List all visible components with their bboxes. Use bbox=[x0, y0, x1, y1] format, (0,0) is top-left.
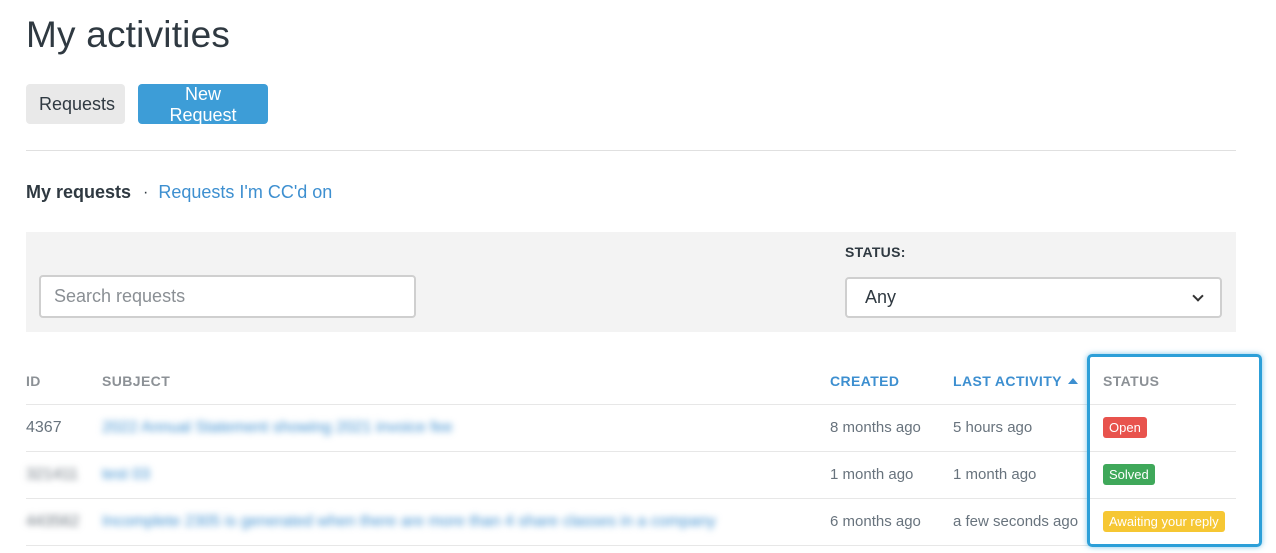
sort-ascending-icon bbox=[1067, 377, 1078, 384]
new-request-button[interactable]: New Request bbox=[138, 84, 268, 125]
table-row: 321411 test 03 1 month ago 1 month ago S… bbox=[26, 451, 1236, 499]
request-subject-link[interactable]: Incomplete 2305 is generated when there … bbox=[102, 513, 716, 530]
header-last-activity[interactable]: LAST ACTIVITY bbox=[953, 356, 1103, 405]
request-status-cell: Solved bbox=[1103, 451, 1236, 499]
request-id: 321411 bbox=[26, 451, 102, 499]
request-last-activity: 5 hours ago bbox=[953, 404, 1103, 452]
chevron-down-icon bbox=[1192, 289, 1204, 302]
request-last-activity: 1 month ago bbox=[953, 451, 1103, 499]
requests-subnav: My requests · Requests I'm CC'd on bbox=[26, 182, 332, 203]
request-id: 443562 bbox=[26, 498, 102, 546]
header-status: STATUS bbox=[1103, 356, 1236, 405]
request-last-activity: a few seconds ago bbox=[953, 498, 1103, 546]
request-created: 6 months ago bbox=[830, 498, 953, 546]
header-created[interactable]: CREATED bbox=[830, 356, 953, 405]
request-status-cell: Open bbox=[1103, 404, 1236, 452]
status-select-value: Any bbox=[865, 287, 897, 307]
table-row: 443562 Incomplete 2305 is generated when… bbox=[26, 498, 1236, 546]
header-id: ID bbox=[26, 356, 102, 405]
page: My activities Requests New Request My re… bbox=[0, 0, 1276, 553]
status-select[interactable]: Any bbox=[845, 277, 1222, 318]
request-status-cell: Awaiting your reply bbox=[1103, 498, 1236, 546]
request-subject-cell: Incomplete 2305 is generated when there … bbox=[102, 498, 830, 546]
subnav-separator: · bbox=[143, 183, 149, 201]
request-subject-cell: 2022 Annual Statement showing 2021 invoi… bbox=[102, 404, 830, 452]
section-divider bbox=[26, 150, 1236, 151]
search-input[interactable] bbox=[39, 275, 416, 318]
page-title: My activities bbox=[26, 14, 231, 55]
status-filter-label: STATUS: bbox=[845, 244, 906, 260]
status-badge: Solved bbox=[1103, 464, 1155, 485]
status-badge: Awaiting your reply bbox=[1103, 511, 1225, 532]
status-badge: Open bbox=[1103, 417, 1147, 438]
table-header-row: ID SUBJECT CREATED LAST ACTIVITY STATUS bbox=[26, 356, 1236, 405]
request-subject-link[interactable]: 2022 Annual Statement showing 2021 invoi… bbox=[102, 419, 452, 436]
request-created: 1 month ago bbox=[830, 451, 953, 499]
request-subject-link[interactable]: test 03 bbox=[102, 466, 150, 483]
header-created-label: CREATED bbox=[830, 372, 900, 389]
requests-button[interactable]: Requests bbox=[26, 84, 125, 124]
tab-my-requests[interactable]: My requests bbox=[26, 182, 131, 203]
request-subject-cell: test 03 bbox=[102, 451, 830, 499]
requests-table: ID SUBJECT CREATED LAST ACTIVITY STATUS … bbox=[26, 356, 1236, 546]
filter-bar: STATUS: Any bbox=[26, 232, 1236, 332]
request-id: 4367 bbox=[26, 404, 102, 452]
tab-cc-requests[interactable]: Requests I'm CC'd on bbox=[158, 182, 332, 203]
table-row: 4367 2022 Annual Statement showing 2021 … bbox=[26, 404, 1236, 452]
request-created: 8 months ago bbox=[830, 404, 953, 452]
header-subject: SUBJECT bbox=[102, 356, 830, 405]
header-last-activity-label: LAST ACTIVITY bbox=[953, 372, 1062, 389]
